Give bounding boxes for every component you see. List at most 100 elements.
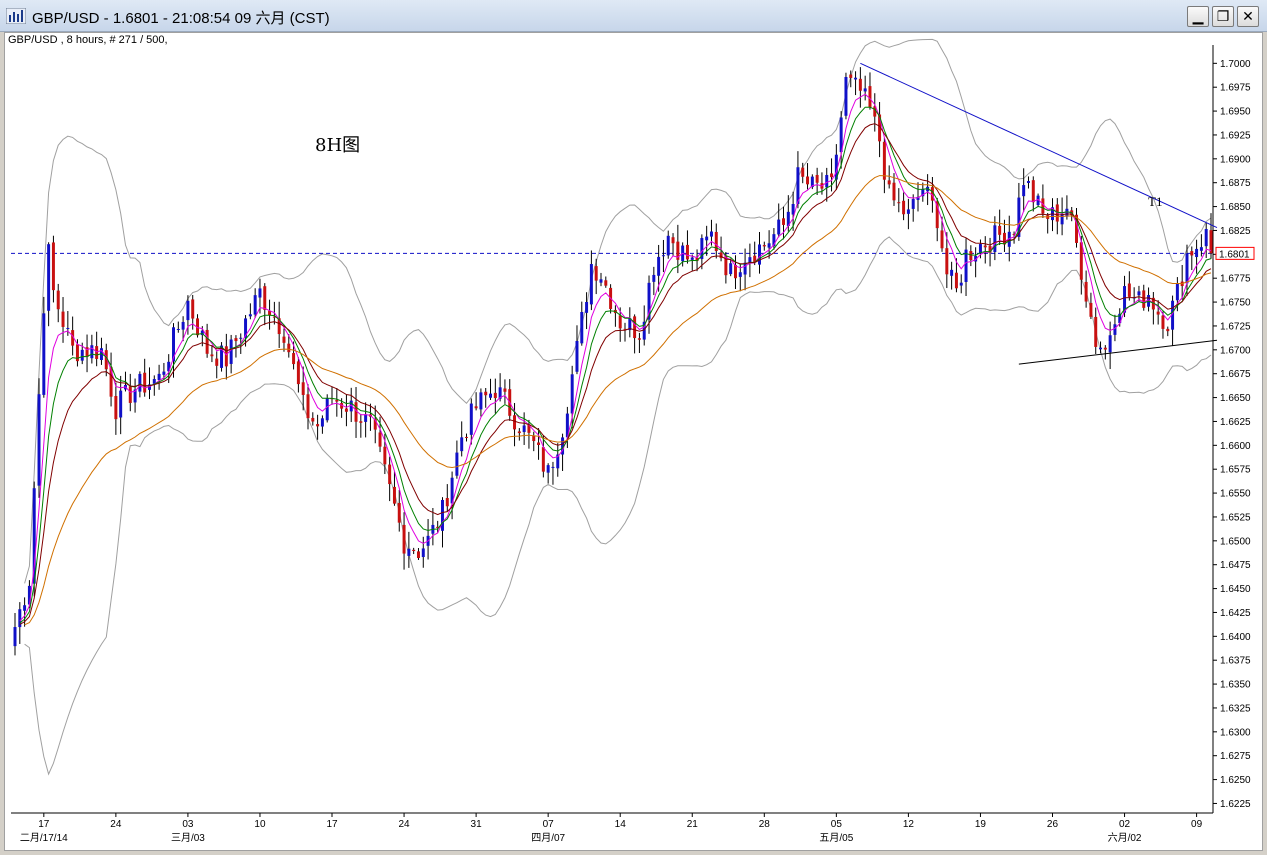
restore-button[interactable]: ❐ [1212,6,1234,27]
candle-body [224,346,228,367]
restore-icon: ❐ [1216,8,1230,25]
date-tick-label: 二月/17/14 [20,832,68,844]
price-tick-label: 1.6900 [1220,154,1251,165]
candle-body [580,311,584,344]
time-tick-label: 12 [903,819,915,830]
time-tick-label: 10 [254,819,266,830]
candle-body [513,415,517,430]
candle-body [229,339,233,364]
candle-body [416,551,420,558]
candle-body [460,437,464,452]
candle-body [1113,324,1117,335]
candle-body [162,371,166,375]
time-tick-label: 17 [38,819,50,830]
time-tick-label: 19 [975,819,987,830]
candle-body [239,337,243,339]
close-button[interactable]: ✕ [1237,6,1259,27]
candle-body [263,286,267,310]
candle-body [445,498,449,507]
candle-body [138,373,142,392]
candle-body [474,406,478,409]
t1-annotation: T1 [1148,194,1162,209]
candle-body [397,502,401,523]
support-trend-line [1018,339,1218,365]
candle-body [767,243,771,248]
candle-body [589,264,593,305]
candle-body [868,86,872,108]
price-tick-label: 1.6575 [1220,465,1251,476]
price-tick-label: 1.6625 [1220,417,1251,428]
minimize-button[interactable]: ▁ [1187,6,1209,27]
price-tick-label: 1.6225 [1220,799,1251,810]
candle-body [983,245,987,248]
candle-body [854,77,858,80]
candle-body [1065,208,1069,217]
candle-body [777,219,781,235]
candle-body [37,394,41,486]
candle-body [186,300,190,321]
timeframe-annotation: 8H图 [315,135,360,156]
candle-body [47,244,51,311]
price-tick-label: 1.6350 [1220,680,1251,691]
candle-body [90,345,94,359]
candle-body [359,421,363,423]
candle-body [685,244,689,260]
candle-body [575,340,579,372]
candle-body [383,446,387,465]
minimize-icon: ▁ [1192,8,1204,25]
candle-body [402,524,406,554]
candle-body [1185,253,1189,284]
price-tick-label: 1.6550 [1220,489,1251,500]
candle-body [882,141,886,180]
candle-body [709,231,713,237]
date-tick-label: 四月/07 [531,832,565,844]
candle-body [23,605,27,611]
candle-body [570,374,574,414]
candle-body [292,353,296,365]
price-tick-label: 1.6300 [1220,727,1251,738]
candle-body [604,280,608,286]
price-tick-label: 1.6325 [1220,703,1251,714]
close-icon: ✕ [1242,8,1254,25]
candle-body [1099,347,1103,350]
candle-body [522,425,526,433]
candle-body [215,358,219,366]
time-tick-label: 05 [831,819,843,830]
candle-body [421,548,425,558]
candle-body [940,230,944,249]
price-tick-label: 1.6925 [1220,130,1251,141]
candle-body [1127,283,1131,297]
candle-body [95,346,99,359]
candle-body [618,315,622,329]
time-tick-label: 24 [110,819,122,830]
candle-body [690,257,694,260]
candle-body [945,248,949,275]
candle-body [858,78,862,91]
time-tick-label: 14 [615,819,627,830]
price-tick-label: 1.6750 [1220,298,1251,309]
candle-body [378,432,382,447]
candle-body [954,272,958,289]
candle-body [541,447,545,472]
candle-body [1161,315,1165,329]
candle-body [1204,229,1208,247]
candle-body [176,328,180,330]
candle-body [469,403,473,435]
price-chart[interactable]: 1.6225 1.6250 1.6275 1.6300 1.6325 1.6350 1.63… [5,33,1262,850]
candle-body [248,314,252,317]
candle-body [364,414,368,422]
candle-body [56,290,60,310]
candle-body [258,288,262,298]
price-tick-label: 1.6425 [1220,608,1251,619]
time-tick-label: 02 [1119,819,1131,830]
time-tick-label: 03 [182,819,194,830]
candle-body [412,549,416,552]
ma-fast-line [19,93,1212,622]
candle-body [738,272,742,277]
candle-body [969,251,973,261]
chart-window: 1.6225 1.6250 1.6275 1.6300 1.6325 1.6350 1.63… [4,32,1263,851]
candle-body [801,167,805,177]
candle-body [51,242,55,291]
candle-body [830,173,834,178]
candle-body [594,266,598,281]
